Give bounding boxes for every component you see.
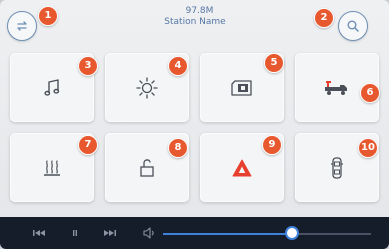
heater-icon <box>44 159 60 176</box>
marker-8: 8 <box>168 138 188 158</box>
volume-slider-thumb[interactable] <box>284 226 299 240</box>
sd-card-icon <box>231 79 252 96</box>
marker-3: 3 <box>78 56 98 76</box>
media-bar <box>0 217 389 249</box>
swap-icon <box>17 21 27 31</box>
swap-button[interactable] <box>7 11 37 41</box>
marker-6: 6 <box>360 83 380 103</box>
next-track-icon[interactable] <box>103 227 117 239</box>
music-note-icon <box>44 78 60 96</box>
unlock-icon <box>140 158 154 177</box>
marker-7: 7 <box>78 135 98 155</box>
marker-4: 4 <box>168 56 188 76</box>
truck-icon <box>325 80 347 95</box>
station-name: Station Name <box>164 17 226 27</box>
marker-5: 5 <box>264 53 284 73</box>
volume-icon[interactable] <box>142 226 156 240</box>
search-icon <box>347 20 359 32</box>
pause-icon[interactable] <box>70 227 80 239</box>
station-info: 97.8M Station Name <box>130 6 260 36</box>
marker-10: 10 <box>358 138 378 158</box>
search-button[interactable] <box>338 11 368 41</box>
station-frequency: 97.8M <box>185 6 214 16</box>
car-top-view-icon <box>331 156 343 179</box>
volume-slider-fill <box>163 233 292 235</box>
app-screen: 1 97.8M Station Name 2 3 4 5 6 7 8 9 10 <box>0 0 389 249</box>
function-grid <box>10 53 379 203</box>
marker-2: 2 <box>314 8 334 28</box>
hazard-warning-icon <box>232 159 252 176</box>
marker-9: 9 <box>262 135 282 155</box>
previous-track-icon[interactable] <box>32 227 46 239</box>
volume-slider-track[interactable] <box>163 233 371 235</box>
sun-brightness-icon <box>136 76 158 99</box>
marker-1: 1 <box>38 6 58 26</box>
header: 1 97.8M Station Name 2 <box>0 0 389 44</box>
